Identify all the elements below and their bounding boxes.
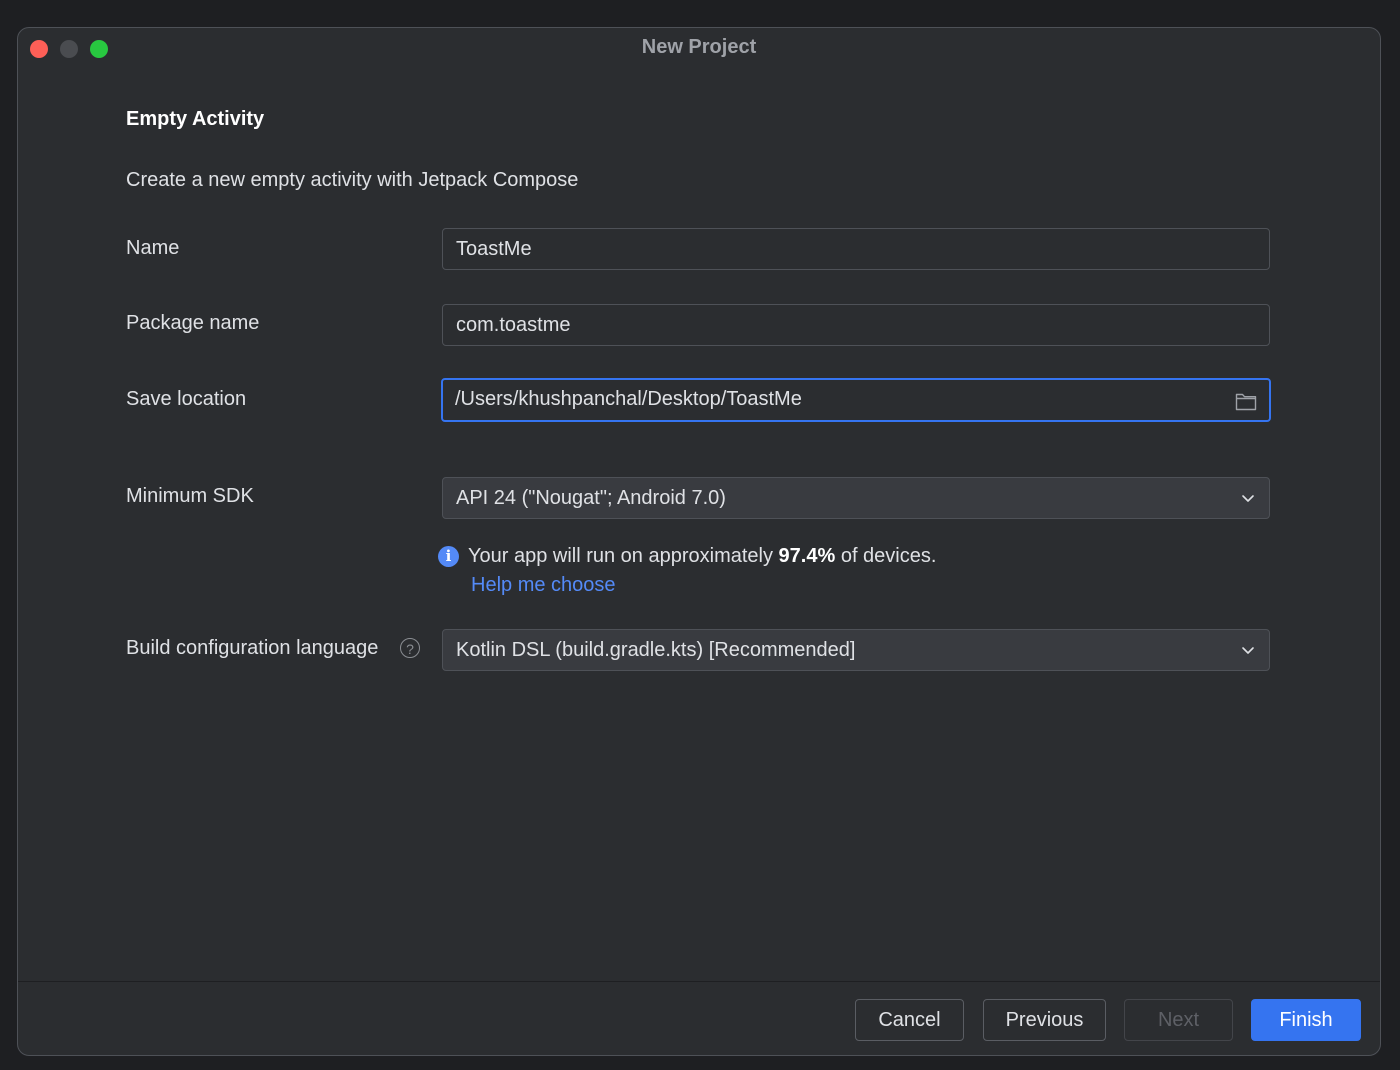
save-location-field[interactable]: /Users/khushpanchal/Desktop/ToastMe [441,378,1271,422]
window-title: New Project [641,36,757,58]
new-project-dialog: New Project Empty Activity Create a new … [17,27,1381,1056]
next-button[interactable]: Next [1124,999,1233,1041]
finish-button[interactable]: Finish [1251,999,1361,1041]
device-coverage-info: i Your app will run on approximately 97.… [438,545,936,568]
coverage-suffix: of devices. [835,545,937,567]
name-label: Name [126,237,180,259]
title-bar: New Project [18,28,1380,68]
save-location-value: /Users/khushpanchal/Desktop/ToastMe [455,388,802,410]
help-me-choose-link[interactable]: Help me choose [471,574,616,597]
template-heading: Empty Activity [126,108,265,130]
info-icon: i [438,546,459,567]
minimum-sdk-label: Minimum SDK [126,485,254,507]
chevron-down-icon [1242,495,1254,502]
build-language-selected: Kotlin DSL (build.gradle.kts) [Recommend… [456,639,856,661]
package-name-label: Package name [126,312,260,334]
cancel-button[interactable]: Cancel [855,999,964,1041]
package-name-field[interactable] [442,304,1270,346]
footer-divider [18,981,1380,982]
help-icon[interactable]: ? [400,638,420,658]
coverage-prefix: Your app will run on approximately [468,545,779,567]
template-description: Create a new empty activity with Jetpack… [126,169,579,191]
coverage-percent: 97.4% [778,545,836,567]
name-field[interactable] [442,228,1270,270]
save-location-label: Save location [126,388,247,410]
minimum-sdk-selected: API 24 ("Nougat"; Android 7.0) [456,487,726,509]
build-language-label: Build configuration language [126,637,379,659]
chevron-down-icon [1242,647,1254,654]
build-language-dropdown[interactable]: Kotlin DSL (build.gradle.kts) [Recommend… [442,629,1270,671]
minimum-sdk-dropdown[interactable]: API 24 ("Nougat"; Android 7.0) [442,477,1270,519]
folder-icon[interactable] [1235,391,1257,411]
previous-button[interactable]: Previous [983,999,1106,1041]
